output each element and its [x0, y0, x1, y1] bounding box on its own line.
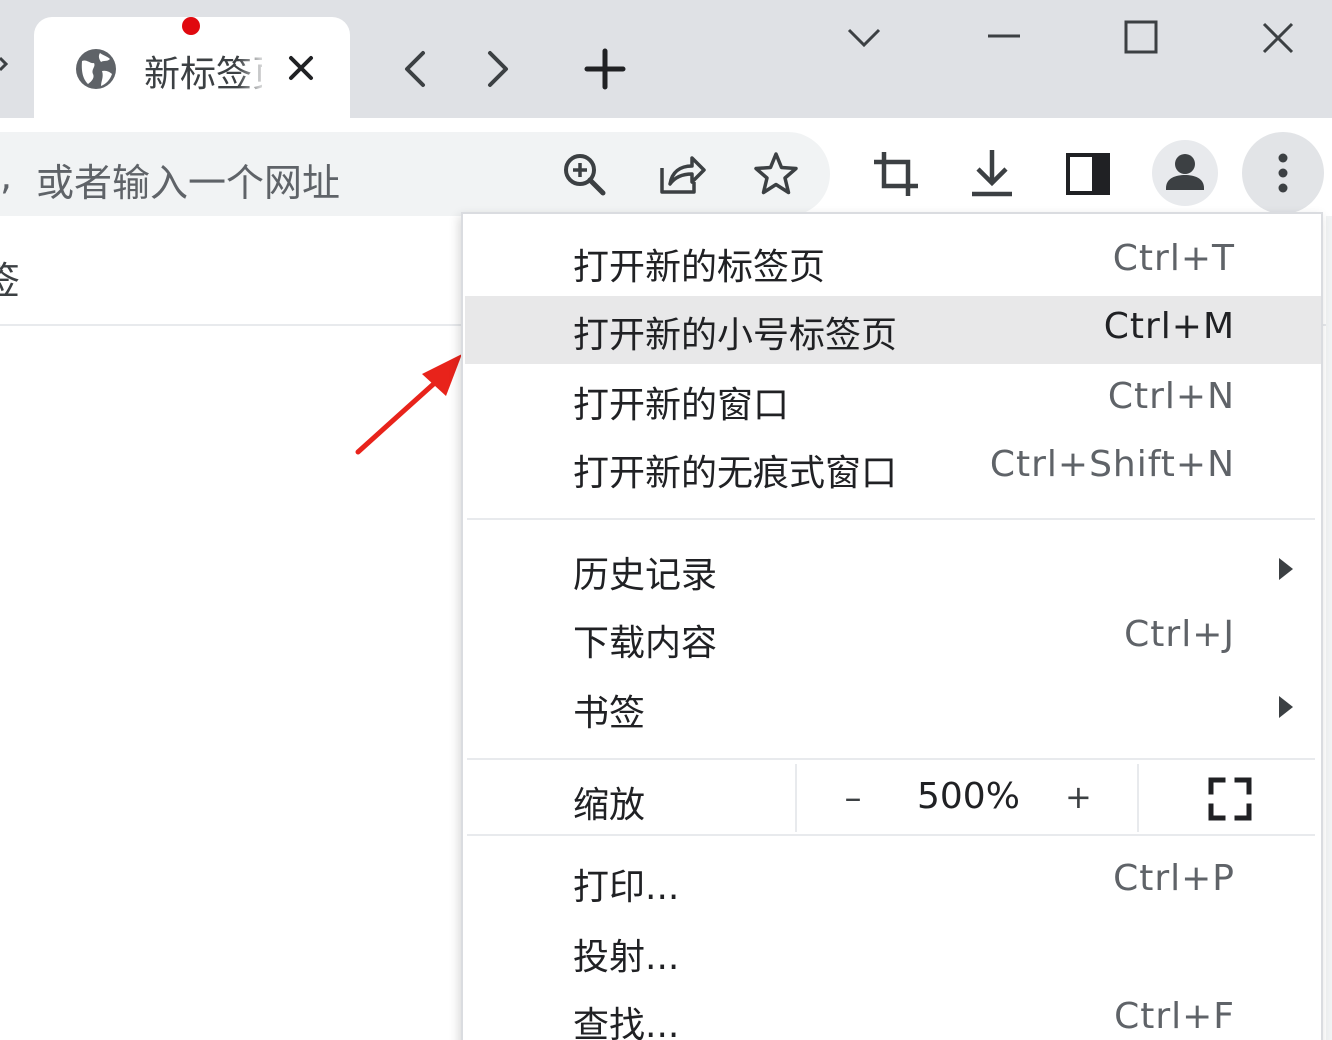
scrollbar[interactable] [1326, 216, 1332, 1040]
plus-icon[interactable] [582, 46, 628, 92]
profile-button[interactable] [1152, 140, 1218, 206]
menu-item-shortcut: Ctrl+Shift+N [989, 444, 1235, 485]
menu-item-downloads[interactable]: 下载内容 Ctrl+J [465, 604, 1321, 672]
close-icon[interactable] [284, 51, 318, 85]
back-icon[interactable] [395, 48, 435, 90]
kebab-menu-icon [1278, 153, 1288, 193]
menu-separator [467, 834, 1315, 836]
menu-item-new-tab[interactable]: 打开新的标签页 Ctrl+T [465, 228, 1321, 296]
download-icon[interactable] [968, 148, 1016, 198]
menu-item-label: 打印... [573, 867, 680, 908]
menu-item-shortcut: Ctrl+M [1103, 306, 1235, 347]
submenu-arrow-icon [1279, 696, 1293, 718]
zoom-in-icon[interactable] [560, 150, 608, 198]
menu-item-label: 打开新的无痕式窗口 [573, 453, 898, 494]
menu-item-new-incognito-window[interactable]: 打开新的无痕式窗口 Ctrl+Shift+N [465, 434, 1321, 502]
menu-item-label: 打开新的窗口 [573, 385, 790, 426]
menu-item-shortcut: Ctrl+P [1113, 858, 1235, 899]
menu-item-label: 下载内容 [573, 623, 718, 664]
chevron-down-icon[interactable] [844, 22, 884, 52]
menu-item-new-small-tab[interactable]: 打开新的小号标签页 Ctrl+M [465, 296, 1321, 364]
menu-item-shortcut: Ctrl+F [1114, 996, 1235, 1037]
menu-item-shortcut: Ctrl+N [1107, 376, 1235, 417]
globe-icon [76, 49, 116, 89]
search-input[interactable]: 或者输入一个网址 [36, 152, 340, 207]
menu-item-shortcut: Ctrl+T [1112, 238, 1235, 279]
forward-icon[interactable] [478, 48, 518, 90]
annotation-arrow-icon [355, 354, 462, 455]
page-partial-text: 签 [0, 259, 21, 303]
maximize-icon[interactable] [1120, 18, 1162, 56]
share-icon[interactable] [656, 150, 706, 198]
zoom-in-button[interactable]: + [1065, 778, 1092, 816]
menu-item-cast[interactable]: 投射... [465, 918, 1321, 986]
fullscreen-icon[interactable] [1207, 776, 1253, 822]
profile-icon [1166, 154, 1204, 190]
tab-strip: 新标签页 [0, 0, 1332, 118]
menu-item-new-window[interactable]: 打开新的窗口 Ctrl+N [465, 366, 1321, 434]
menu-separator [467, 758, 1315, 760]
menu-item-label: 投射... [573, 937, 680, 978]
zoom-out-button[interactable]: – [841, 778, 865, 818]
menu-item-label: 书签 [573, 693, 646, 734]
star-icon[interactable] [752, 150, 800, 198]
previous-tab-close-icon[interactable] [0, 44, 8, 84]
menu-item-label: 打开新的小号标签页 [573, 315, 898, 356]
zoom-divider [1137, 764, 1139, 832]
zoom-level: 500% [917, 776, 1020, 817]
zoom-row: 缩放 – 500% + [465, 762, 1321, 836]
menu-button[interactable] [1242, 132, 1324, 214]
zoom-label: 缩放 [573, 785, 646, 826]
menu-item-bookmarks[interactable]: 书签 [465, 674, 1321, 742]
close-window-icon[interactable] [1258, 18, 1298, 58]
toolbar: , 或者输入一个网址 [0, 118, 1332, 216]
menu-item-shortcut: Ctrl+J [1124, 614, 1235, 655]
menu-item-find[interactable]: 查找... Ctrl+F [465, 986, 1321, 1040]
omnibox-leading-text: , [0, 154, 13, 198]
tab-title-fade [238, 41, 268, 91]
menu-item-label: 历史记录 [573, 555, 718, 596]
side-panel-icon[interactable] [1064, 152, 1112, 196]
submenu-arrow-icon [1279, 558, 1293, 580]
menu-item-print[interactable]: 打印... Ctrl+P [465, 848, 1321, 916]
minimize-icon[interactable] [984, 22, 1024, 52]
menu-separator [467, 518, 1315, 520]
menu-item-label: 查找... [573, 1005, 680, 1040]
notification-dot [182, 17, 200, 35]
menu-item-label: 打开新的标签页 [573, 247, 826, 288]
crop-icon[interactable] [872, 150, 920, 198]
zoom-divider [795, 764, 797, 832]
menu-item-history[interactable]: 历史记录 [465, 536, 1321, 604]
app-menu: 打开新的标签页 Ctrl+T 打开新的小号标签页 Ctrl+M 打开新的窗口 C… [461, 212, 1323, 1040]
